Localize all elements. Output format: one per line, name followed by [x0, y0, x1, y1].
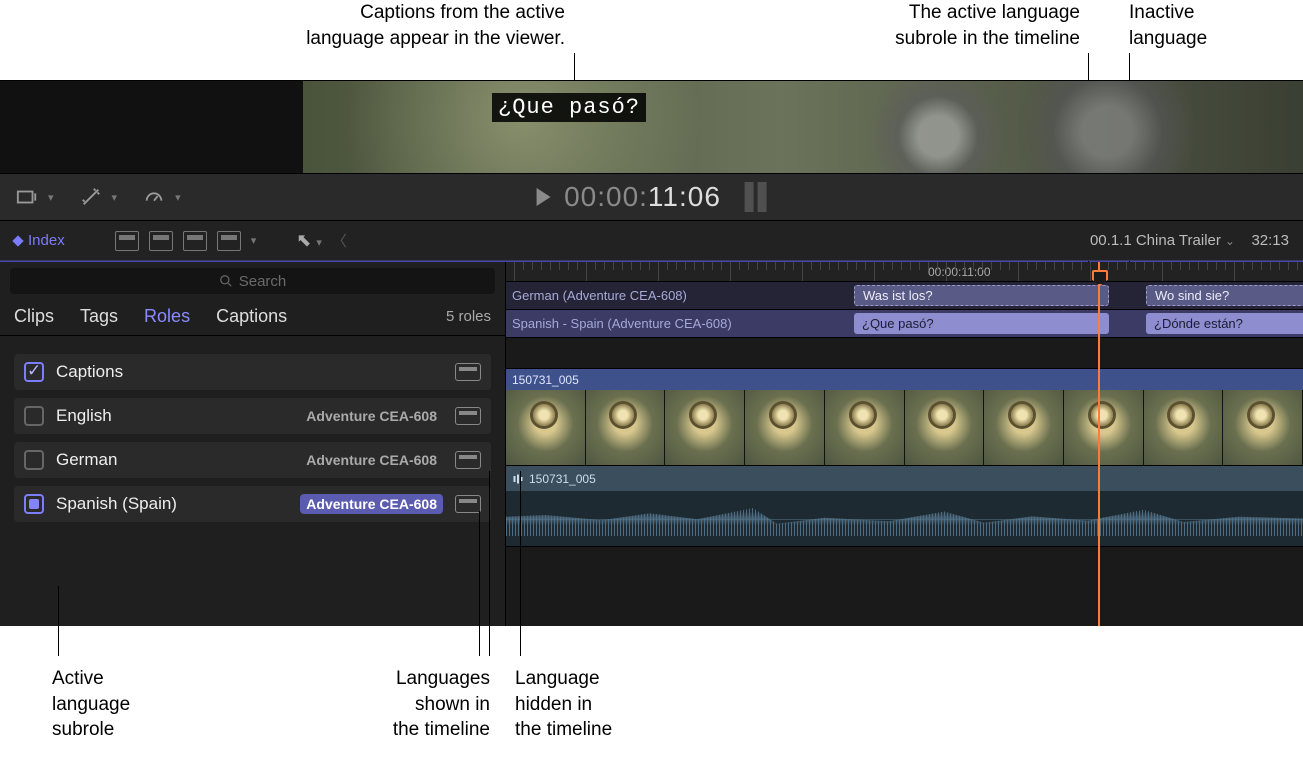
- tab-roles[interactable]: Roles: [144, 306, 190, 327]
- caption-block-german-1[interactable]: Was ist los?: [854, 285, 1109, 306]
- lane-toggle-icon[interactable]: [455, 407, 481, 425]
- checkbox-german[interactable]: [24, 450, 44, 470]
- role-row-captions[interactable]: Captions: [14, 354, 491, 390]
- role-format-tag: Adventure CEA-608: [300, 494, 443, 514]
- timecode-value: 00:00:11:06: [564, 181, 721, 213]
- video-thumbnail-lane[interactable]: [506, 390, 1303, 465]
- audio-icon: [512, 473, 524, 485]
- role-row-german[interactable]: German Adventure CEA-608: [14, 442, 491, 478]
- tab-captions[interactable]: Captions: [216, 306, 287, 327]
- caption-block-spanish-2[interactable]: ¿Dónde están?: [1146, 313, 1303, 334]
- diamond-icon: [12, 235, 23, 246]
- role-format-tag: Adventure CEA-608: [300, 406, 443, 426]
- role-label: Captions: [56, 362, 123, 382]
- toolbar-timeline: Index ▾ ⬉ ▾ 〈 00.1.1 China Trailer⌄ 32:1…: [0, 221, 1303, 261]
- timeline-ruler[interactable]: 00:00:11:00: [506, 262, 1303, 282]
- caption-block-spanish-1[interactable]: ¿Que pasó?: [854, 313, 1109, 334]
- index-button[interactable]: Index: [14, 232, 65, 249]
- callouts-bottom: Active language subrole Languages shown …: [0, 626, 1303, 756]
- chevron-down-icon: ⌄: [1225, 234, 1235, 248]
- lane-toggle-icon[interactable]: [455, 495, 481, 513]
- callout-active-subrole-timeline: The active language subrole in the timel…: [770, 0, 1080, 51]
- search-icon: [219, 274, 233, 288]
- effects-wand-icon[interactable]: [78, 184, 104, 210]
- timeline-history-back-icon[interactable]: 〈: [332, 230, 347, 251]
- chevron-down-icon[interactable]: ▾: [175, 191, 181, 204]
- insert-clip-icon[interactable]: [149, 231, 173, 251]
- project-popup[interactable]: 00.1.1 China Trailer⌄ 32:13: [1090, 232, 1289, 249]
- caption-block-german-2[interactable]: Wo sind sie?: [1146, 285, 1303, 306]
- checkbox-spanish[interactable]: [24, 494, 44, 514]
- callout-languages-shown: Languages shown in the timeline: [330, 666, 490, 743]
- select-tool-icon[interactable]: ⬉ ▾: [296, 230, 322, 251]
- app-window: ¿Que pasó? ▾ ▾ ▾ 00:00:11:06 Index: [0, 80, 1303, 626]
- index-tabs: Clips Tags Roles Captions 5 roles: [0, 300, 505, 336]
- callout-language-hidden: Language hidden in the timeline: [515, 666, 612, 743]
- callout-active-subrole: Active language subrole: [52, 666, 130, 743]
- caption-lane-label: German (Adventure CEA-608): [506, 288, 796, 303]
- project-duration: 32:13: [1251, 232, 1289, 249]
- index-sidebar: Search Clips Tags Roles Captions 5 roles…: [0, 262, 506, 626]
- retime-speedometer-icon[interactable]: [141, 184, 167, 210]
- callout-viewer-caption: Captions from the active language appear…: [195, 0, 565, 51]
- viewer-caption-overlay: ¿Que pasó?: [492, 93, 646, 122]
- append-clip-icon[interactable]: [183, 231, 207, 251]
- playhead[interactable]: [1098, 262, 1100, 626]
- tab-clips[interactable]: Clips: [14, 306, 54, 327]
- chevron-down-icon[interactable]: ▾: [251, 234, 257, 247]
- chevron-down-icon[interactable]: ▾: [112, 191, 118, 204]
- audio-waveform[interactable]: [506, 491, 1303, 547]
- caption-lane-label: Spanish - Spain (Adventure CEA-608): [506, 316, 796, 331]
- checkbox-captions[interactable]: [24, 362, 44, 382]
- video-clip-header[interactable]: 150731_005: [506, 368, 1303, 390]
- caption-lane-german[interactable]: German (Adventure CEA-608) Was ist los? …: [506, 282, 1303, 310]
- caption-lane-spanish[interactable]: Spanish - Spain (Adventure CEA-608) ¿Que…: [506, 310, 1303, 338]
- callouts-top: Captions from the active language appear…: [0, 0, 1303, 80]
- overwrite-clip-icon[interactable]: [217, 231, 241, 251]
- role-label: Spanish (Spain): [56, 494, 177, 514]
- roles-list: Captions English Adventure CEA-608 Germa…: [0, 336, 505, 530]
- lane-toggle-icon[interactable]: [455, 451, 481, 469]
- callout-inactive-language: Inactive language: [1129, 0, 1219, 51]
- audio-clip-header[interactable]: 150731_005: [506, 465, 1303, 491]
- timecode-display[interactable]: 00:00:11:06: [536, 181, 767, 213]
- connect-clip-icon[interactable]: [115, 231, 139, 251]
- checkbox-english[interactable]: [24, 406, 44, 426]
- role-label: English: [56, 406, 112, 426]
- toolbar-main: ▾ ▾ ▾ 00:00:11:06: [0, 173, 1303, 221]
- search-input[interactable]: Search: [10, 268, 495, 294]
- play-icon[interactable]: [536, 188, 550, 206]
- roles-count: 5 roles: [446, 308, 491, 325]
- lane-toggle-icon[interactable]: [455, 363, 481, 381]
- role-label: German: [56, 450, 117, 470]
- role-row-english[interactable]: English Adventure CEA-608: [14, 398, 491, 434]
- audio-meters-icon[interactable]: [745, 182, 767, 212]
- chevron-down-icon[interactable]: ▾: [48, 191, 54, 204]
- clip-appearance-icon[interactable]: [14, 184, 40, 210]
- timeline[interactable]: 00:00:11:00 German (Adventure CEA-608) W…: [506, 262, 1303, 626]
- role-row-spanish[interactable]: Spanish (Spain) Adventure CEA-608: [14, 486, 491, 522]
- viewer[interactable]: ¿Que pasó?: [0, 81, 1303, 173]
- role-format-tag: Adventure CEA-608: [300, 450, 443, 470]
- tab-tags[interactable]: Tags: [80, 306, 118, 327]
